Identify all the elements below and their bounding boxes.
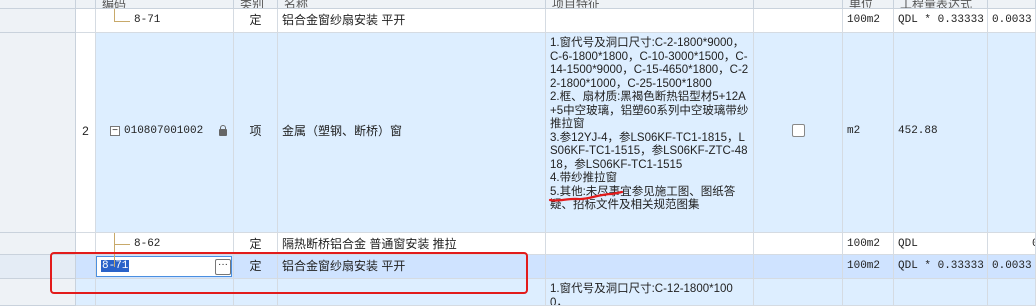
tree-line [114, 21, 130, 22]
row2-expr[interactable]: 452.88 [894, 33, 988, 233]
row-gutter [0, 9, 76, 33]
row4-unit[interactable]: 100m2 [843, 255, 894, 279]
header-feature[interactable]: 项目特征 [546, 0, 754, 9]
row4-flag[interactable] [754, 255, 843, 279]
bill-grid: 编码 类别 名称 项目特征 单位 工程量表达式 8-71 定 铝合金窗纱扇安装 … [0, 0, 1036, 306]
row2-code-cell[interactable]: − 010807001002 [96, 33, 234, 233]
row3-unit[interactable]: 100m2 [843, 233, 894, 255]
row2-seq: 2 [76, 33, 96, 233]
header-qty[interactable] [988, 0, 1036, 9]
row2-type[interactable]: 项 [234, 33, 278, 233]
row1-flag[interactable] [754, 9, 843, 33]
corner-header [0, 0, 76, 9]
red-annotation-box [50, 252, 528, 294]
header-flag[interactable] [754, 0, 843, 9]
tree-line [114, 244, 130, 245]
row2-code: 010807001002 [124, 125, 204, 137]
lock-icon [219, 125, 227, 136]
row4-expr[interactable]: QDL * 0.33333 [894, 255, 988, 279]
row1-unit[interactable]: 100m2 [843, 9, 894, 33]
row2-unit[interactable]: m2 [843, 33, 894, 233]
minus-box-icon[interactable]: − [110, 126, 120, 136]
row3-feature[interactable] [546, 233, 754, 255]
header-unit[interactable]: 单位 [843, 0, 894, 9]
row5-unit[interactable] [843, 279, 894, 306]
row3-expr[interactable]: QDL [894, 233, 988, 255]
row3-flag[interactable] [754, 233, 843, 255]
row1-type[interactable]: 定 [234, 9, 278, 33]
header-code[interactable]: 编码 [96, 0, 234, 9]
row2-qty[interactable] [988, 33, 1036, 233]
red-underline-annotation [548, 190, 624, 202]
row1-qty[interactable]: 0.0033 [988, 9, 1036, 33]
row2-name[interactable]: 金属（塑钢、断桥）窗 [278, 33, 546, 233]
row1-expr[interactable]: QDL * 0.33333 [894, 9, 988, 33]
row1-name[interactable]: 铝合金窗纱扇安装 平开 [278, 9, 546, 33]
header-expr[interactable]: 工程量表达式 [894, 0, 988, 9]
row5-flag[interactable] [754, 279, 843, 306]
header-type[interactable]: 类别 [234, 0, 278, 9]
row5-qty[interactable] [988, 279, 1036, 306]
row5-expr[interactable] [894, 279, 988, 306]
row3-qty[interactable]: 0.01 [988, 233, 1036, 255]
row2-flag[interactable] [754, 33, 843, 233]
header-name[interactable]: 名称 [278, 0, 546, 9]
header-seq [76, 0, 96, 9]
row1-feature[interactable] [546, 9, 754, 33]
row4-feature[interactable] [546, 255, 754, 279]
row-gutter [0, 33, 76, 233]
row4-qty[interactable]: 0.0033 [988, 255, 1036, 279]
row2-checkbox[interactable] [792, 124, 805, 137]
row1-seq [76, 9, 96, 33]
row5-feature[interactable]: 1.窗代号及洞口尺寸:C-12-1800*1000， [546, 279, 754, 306]
